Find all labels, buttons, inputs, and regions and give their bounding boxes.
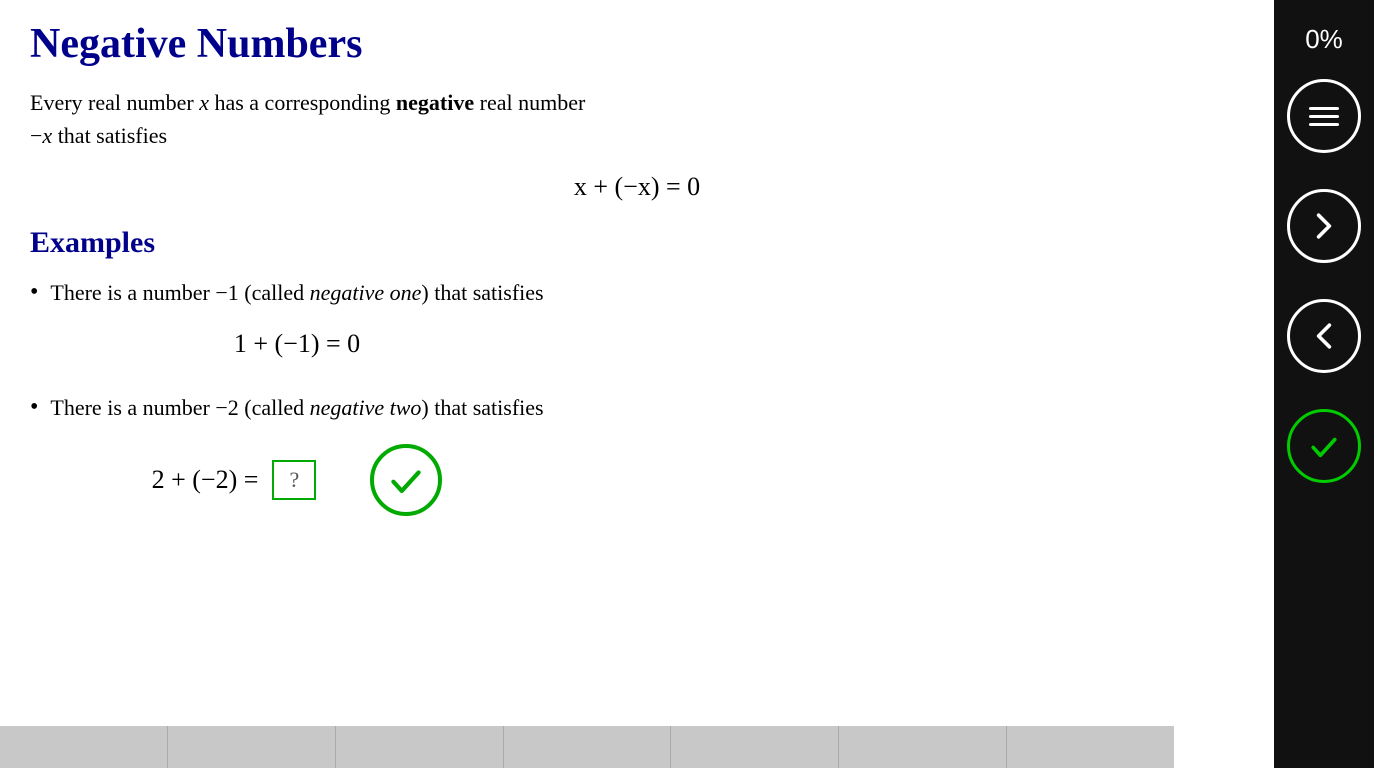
bullet-dot-2: • <box>30 391 38 425</box>
bottom-navigation <box>0 726 1174 768</box>
menu-icon <box>1309 107 1339 126</box>
nav-tab-6[interactable] <box>839 726 1007 768</box>
examples-list: • There is a number −1 (called negative … <box>30 276 1244 536</box>
nav-tab-7[interactable] <box>1007 726 1174 768</box>
bullet-2-content: There is a number −2 (called negative tw… <box>50 391 543 536</box>
nav-tab-4[interactable] <box>504 726 672 768</box>
nav-tab-2[interactable] <box>168 726 336 768</box>
bullet-2-text: There is a number −2 (called negative tw… <box>50 395 543 420</box>
menu-button[interactable] <box>1287 79 1361 153</box>
check-circle-button[interactable] <box>370 444 442 516</box>
bullet2-post: ) that satisfies <box>421 395 543 420</box>
formula-3-pre: 2 + (−2) = <box>152 465 259 495</box>
bullet1-post: ) that satisfies <box>421 280 543 305</box>
bullet2-pre: There is a number −2 (called <box>50 395 309 420</box>
intro-x: x <box>199 90 209 115</box>
nav-tab-5[interactable] <box>671 726 839 768</box>
intro-x2: x <box>42 123 52 148</box>
list-item: • There is a number −1 (called negative … <box>30 276 1244 379</box>
intro-text-1: Every real number <box>30 90 199 115</box>
intro-text-1b: has a corresponding <box>209 90 396 115</box>
bullet1-italic: negative one <box>310 280 422 305</box>
formula-3-row: 2 + (−2) = ? <box>50 444 543 516</box>
list-item: • There is a number −2 (called negative … <box>30 391 1244 536</box>
progress-label: 0% <box>1274 10 1374 75</box>
intro-bold: negative <box>396 90 474 115</box>
nav-tab-1[interactable] <box>0 726 168 768</box>
intro-text-1c: real number <box>474 90 585 115</box>
intro-text-2: that satisfies <box>52 123 167 148</box>
formula-2: 1 + (−1) = 0 <box>50 329 543 359</box>
prev-button[interactable] <box>1287 299 1361 373</box>
bullet-1-content: There is a number −1 (called negative on… <box>50 276 543 379</box>
bullet-1-text: There is a number −1 (called negative on… <box>50 280 543 305</box>
bullet-dot-1: • <box>30 276 38 310</box>
nav-tab-3[interactable] <box>336 726 504 768</box>
next-button[interactable] <box>1287 189 1361 263</box>
main-content: Negative Numbers Every real number x has… <box>0 0 1274 768</box>
bullet1-pre: There is a number −1 (called <box>50 280 309 305</box>
page-title: Negative Numbers <box>30 20 1244 68</box>
sidebar: 0% <box>1274 0 1374 768</box>
answer-input[interactable]: ? <box>272 460 316 500</box>
bullet2-italic: negative two <box>310 395 422 420</box>
formula-1: x + (−x) = 0 <box>30 172 1244 202</box>
intro-neg: − <box>30 123 42 148</box>
examples-heading: Examples <box>30 226 1244 260</box>
intro-paragraph: Every real number x has a corresponding … <box>30 86 1244 152</box>
submit-button[interactable] <box>1287 409 1361 483</box>
